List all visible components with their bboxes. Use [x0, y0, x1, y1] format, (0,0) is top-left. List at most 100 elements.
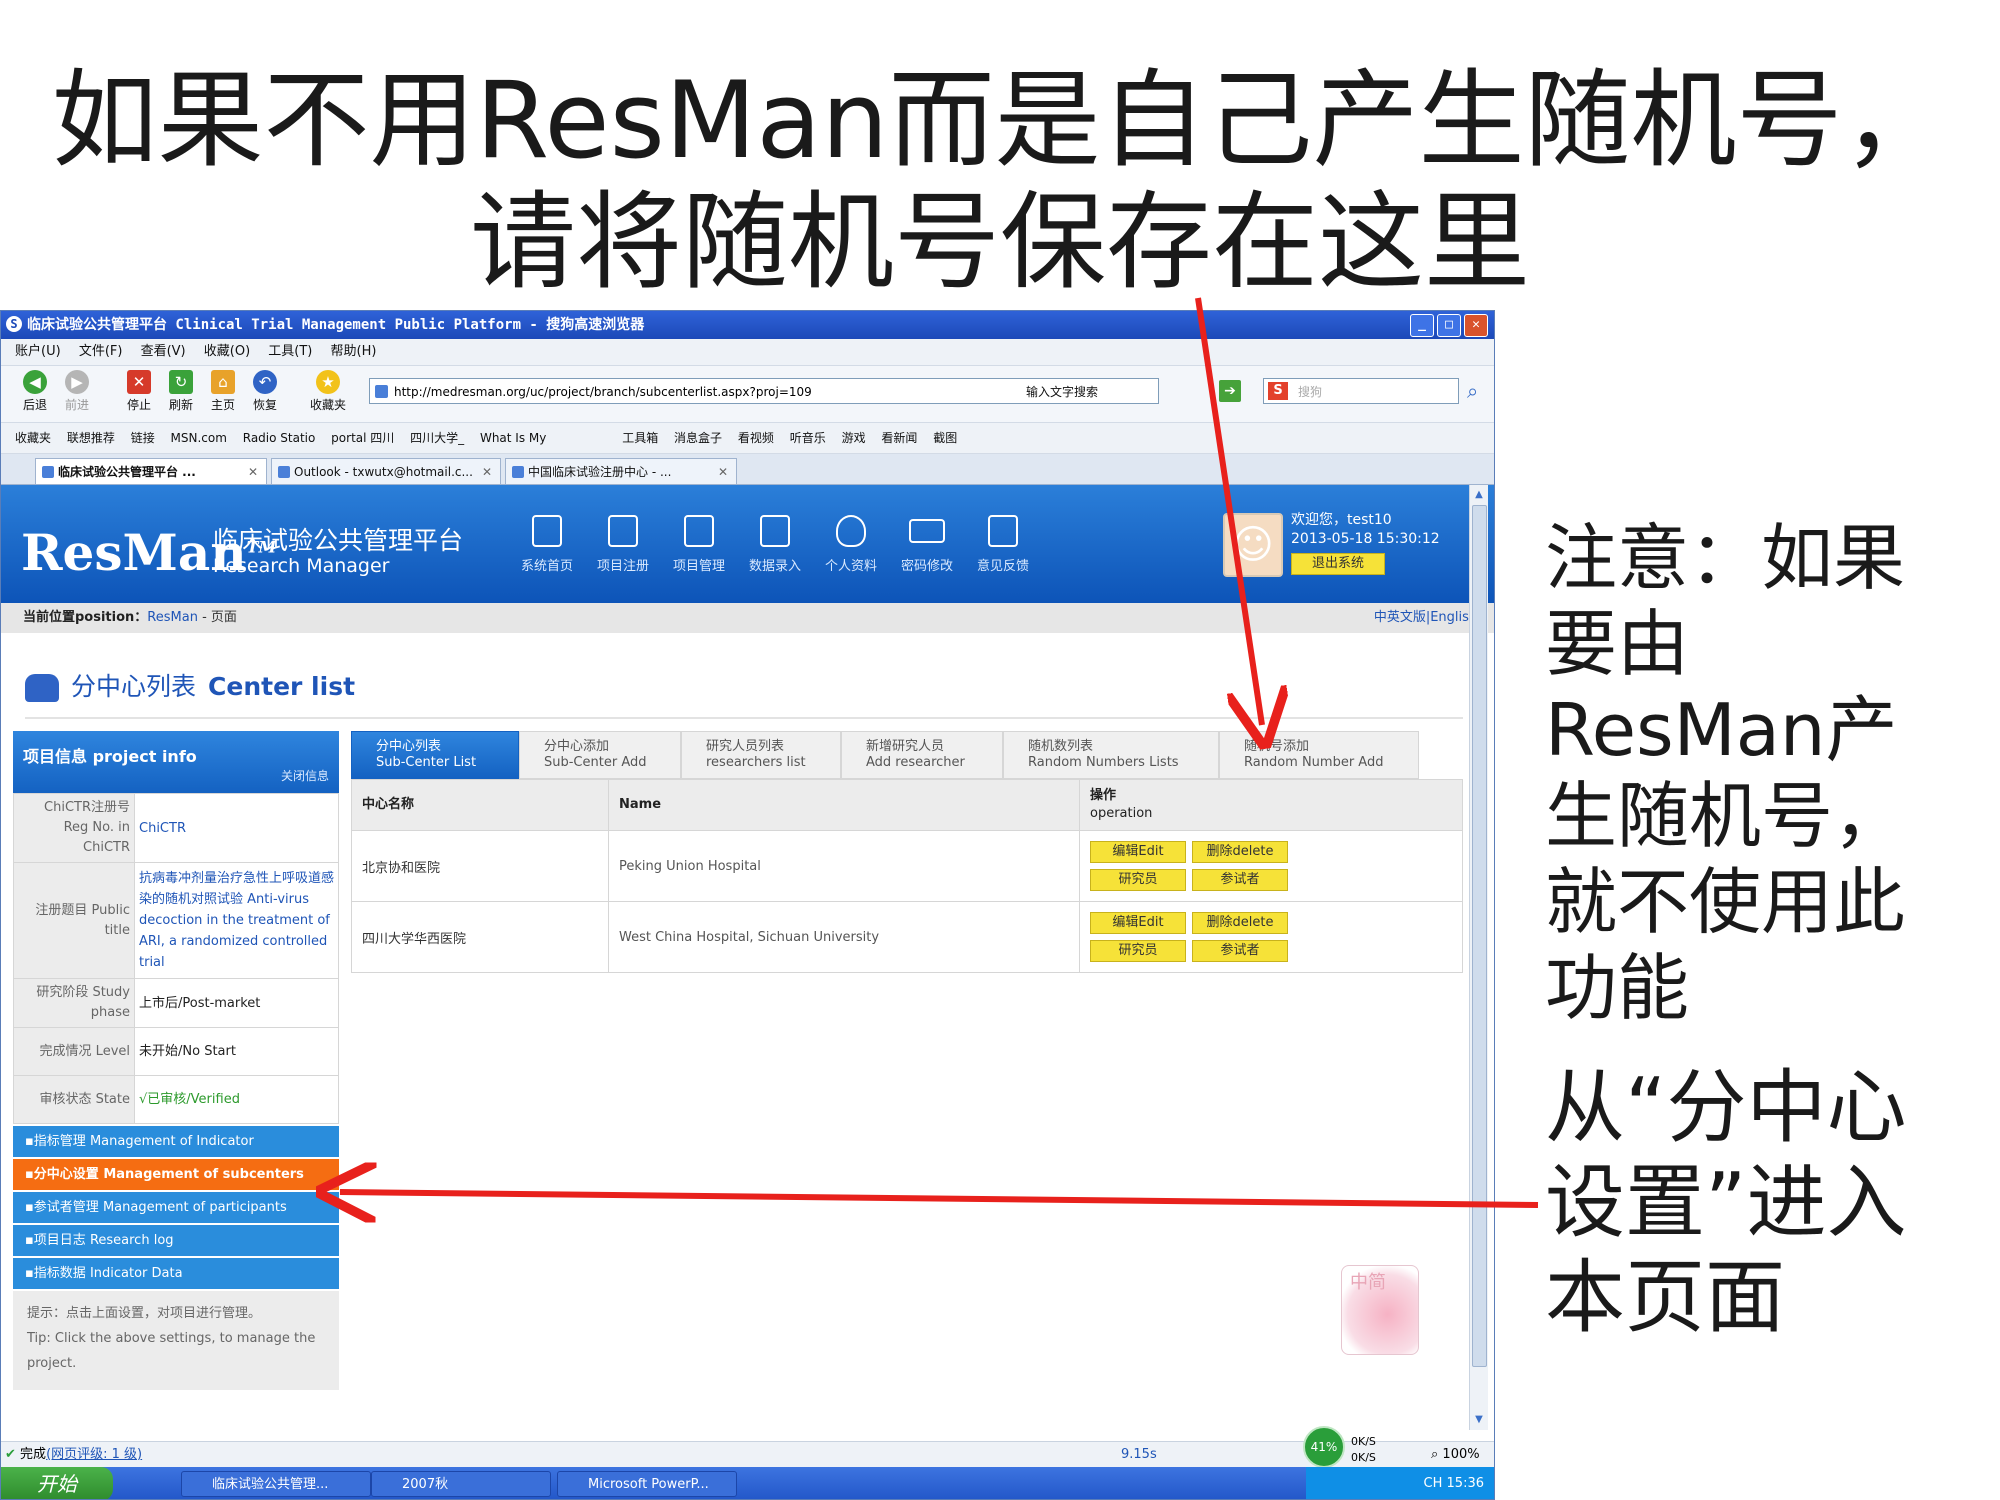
taskbar: 开始 临床试验公共管理... 2007秋 Microsoft PowerP...… — [1, 1467, 1494, 1499]
sogou-search-icon: S — [1268, 382, 1288, 400]
menu-research-log[interactable]: ▪项目日志 Research log — [13, 1225, 339, 1256]
feedback-icon — [988, 515, 1018, 547]
menu-favorites[interactable]: 收藏(O) — [204, 344, 250, 359]
tab-researchers-list[interactable]: 研究人员列表 researchers list — [681, 731, 841, 779]
researchers-button[interactable]: 研究员 — [1090, 940, 1186, 962]
participants-button[interactable]: 参试者 — [1192, 940, 1288, 962]
fav-item[interactable]: 收藏夹 — [15, 431, 51, 445]
go-button[interactable]: ➔ — [1219, 380, 1241, 402]
favorites-button[interactable]: ★ 收藏夹 — [303, 370, 353, 413]
menu-view[interactable]: 查看(V) — [141, 344, 186, 359]
taskbar-item-browser[interactable]: 临床试验公共管理... — [181, 1471, 371, 1497]
zoom-level[interactable]: ⌕ 100% — [1431, 1442, 1480, 1468]
menu-subcenter-management[interactable]: ▪分中心设置 Management of subcenters — [13, 1159, 339, 1190]
fav-item[interactable]: 工具箱 — [622, 431, 658, 445]
info-value[interactable]: 抗病毒冲剂量治疗急性上呼吸道感染的随机对照试验 Anti-virus decoc… — [134, 862, 339, 979]
back-button[interactable]: ◀ 后退 — [15, 370, 55, 413]
edit-button[interactable]: 编辑Edit — [1090, 912, 1186, 934]
info-value[interactable]: ChiCTR — [134, 793, 339, 863]
minimize-button[interactable]: _ — [1410, 314, 1434, 337]
tab-subcenter-add[interactable]: 分中心添加 Sub-Center Add — [519, 731, 681, 779]
fav-item[interactable]: 听音乐 — [790, 431, 826, 445]
nav-register[interactable]: 项目注册 — [585, 515, 661, 574]
info-key: ChiCTR注册号 Reg No. in ChiCTR — [13, 793, 135, 863]
fav-item[interactable]: 截图 — [933, 431, 957, 445]
fav-item[interactable]: 四川大学_ — [410, 431, 464, 445]
close-tab-icon[interactable]: ✕ — [248, 459, 258, 485]
researchers-button[interactable]: 研究员 — [1090, 869, 1186, 891]
nav-profile[interactable]: 个人资料 — [813, 515, 889, 574]
scroll-up-icon[interactable]: ▲ — [1471, 487, 1487, 503]
language-switch[interactable]: 中英文版|Englist — [1374, 603, 1474, 633]
close-info-link[interactable]: 关闭信息 — [281, 767, 329, 784]
restore-button[interactable]: ↶ 恢复 — [245, 370, 285, 413]
status-bar: ✔ 完成(网页评级: 1 级) 9.15s 41% 0K/S 0K/S ⌕ 100… — [1, 1426, 1494, 1468]
address-bar[interactable]: http://medresman.org/uc/project/branch/s… — [369, 378, 1159, 404]
vertical-scrollbar[interactable]: ▲ ▼ — [1469, 485, 1488, 1430]
refresh-button[interactable]: ↻ 刷新 — [161, 370, 201, 413]
window-title: 临床试验公共管理平台 Clinical Trial Management Pub… — [27, 317, 645, 333]
forward-button[interactable]: ▶ 前进 — [57, 370, 97, 413]
taskbar-item-powerpoint[interactable]: Microsoft PowerP... — [557, 1471, 737, 1497]
tab-random-numbers-list[interactable]: 随机数列表 Random Numbers Lists — [1003, 731, 1219, 779]
fav-item[interactable]: MSN.com — [171, 431, 227, 445]
cell-operations: 编辑Edit 删除delete 研究员 参试者 — [1079, 901, 1463, 973]
tab-chictr[interactable]: 中国临床试验注册中心 - ... ✕ — [505, 458, 737, 484]
fav-item[interactable]: What Is My — [480, 431, 546, 445]
back-arrow-icon: ◀ — [23, 370, 47, 394]
stop-button[interactable]: ✕ 停止 — [119, 370, 159, 413]
delete-button[interactable]: 删除delete — [1192, 912, 1288, 934]
fav-item[interactable]: 看新闻 — [881, 431, 917, 445]
speed-gauge[interactable]: 41% — [1303, 1426, 1345, 1468]
nav-password[interactable]: 密码修改 — [889, 515, 965, 574]
start-button[interactable]: 开始 — [1, 1467, 113, 1499]
menu-file[interactable]: 文件(F) — [79, 344, 123, 359]
edit-button[interactable]: 编辑Edit — [1090, 841, 1186, 863]
nav-data-entry[interactable]: 数据录入 — [737, 515, 813, 574]
menu-participant-management[interactable]: ▪参试者管理 Management of participants — [13, 1192, 339, 1223]
info-key: 注册题目 Public title — [13, 862, 135, 979]
close-window-button[interactable]: ✕ — [1464, 314, 1488, 337]
tab-add-researcher[interactable]: 新增研究人员 Add researcher — [841, 731, 1003, 779]
menu-indicator-data[interactable]: ▪指标数据 Indicator Data — [13, 1258, 339, 1289]
menu-tools[interactable]: 工具(T) — [268, 344, 312, 359]
tab-resman[interactable]: 临床试验公共管理平台 ... ✕ — [35, 458, 267, 484]
taskbar-item-folder[interactable]: 2007秋 — [371, 1471, 551, 1497]
tab-random-number-add[interactable]: 随机号添加 Random Number Add — [1219, 731, 1419, 779]
page-rating-link[interactable]: (网页评级: 1 级) — [46, 1447, 142, 1462]
nav-feedback[interactable]: 意见反馈 — [965, 515, 1041, 574]
rose-widget[interactable]: 中简 — [1341, 1265, 1419, 1355]
site-banner: ResManTM 临床试验公共管理平台 Research Manager 系统首… — [1, 485, 1494, 603]
tip-box: 提示：点击上面设置，对项目进行管理。 Tip: Click the above … — [13, 1291, 339, 1390]
cell-center-en: Peking Union Hospital — [608, 830, 1080, 902]
logout-button[interactable]: 退出系统 — [1291, 553, 1385, 575]
menu-account[interactable]: 账户(U) — [15, 344, 61, 359]
scrollbar-thumb[interactable] — [1472, 505, 1487, 1367]
fav-item[interactable]: 联想推荐 — [67, 431, 115, 445]
menu-help[interactable]: 帮助(H) — [331, 344, 377, 359]
fav-item[interactable]: 消息盒子 — [674, 431, 722, 445]
fav-item[interactable]: 看视频 — [738, 431, 774, 445]
fav-item[interactable]: 链接 — [131, 431, 155, 445]
delete-button[interactable]: 删除delete — [1192, 841, 1288, 863]
tab-outlook[interactable]: Outlook - txwutx@hotmail.c... ✕ — [271, 458, 501, 484]
nav-manage[interactable]: 项目管理 — [661, 515, 737, 574]
home-button[interactable]: ⌂ 主页 — [203, 370, 243, 413]
nav-home[interactable]: 系统首页 — [509, 515, 585, 574]
tab-subcenter-list[interactable]: 分中心列表 Sub-Center List — [351, 731, 519, 779]
close-tab-icon[interactable]: ✕ — [482, 459, 492, 485]
subcenter-list-content: 分中心列表 Sub-Center List 分中心添加 Sub-Center Add… — [351, 731, 1463, 973]
participants-button[interactable]: 参试者 — [1192, 869, 1288, 891]
menu-indicator-management[interactable]: ▪指标管理 Management of Indicator — [13, 1126, 339, 1157]
fav-item[interactable]: portal 四川 — [331, 431, 394, 445]
maximize-button[interactable]: □ — [1437, 314, 1461, 337]
fav-item[interactable]: 游戏 — [842, 431, 866, 445]
breadcrumb-link[interactable]: ResMan — [147, 610, 198, 625]
close-tab-icon[interactable]: ✕ — [718, 459, 728, 485]
search-icon[interactable]: ⌕ — [1467, 379, 1478, 403]
main-nav: 系统首页 项目注册 项目管理 数据录入 个人资料 密码修改 意见反馈 — [509, 515, 1041, 574]
scroll-down-icon[interactable]: ▼ — [1471, 1412, 1487, 1428]
fav-item[interactable]: Radio Statio — [243, 431, 316, 445]
search-input[interactable]: S 搜狗 — [1263, 378, 1459, 404]
users-icon — [25, 674, 59, 702]
